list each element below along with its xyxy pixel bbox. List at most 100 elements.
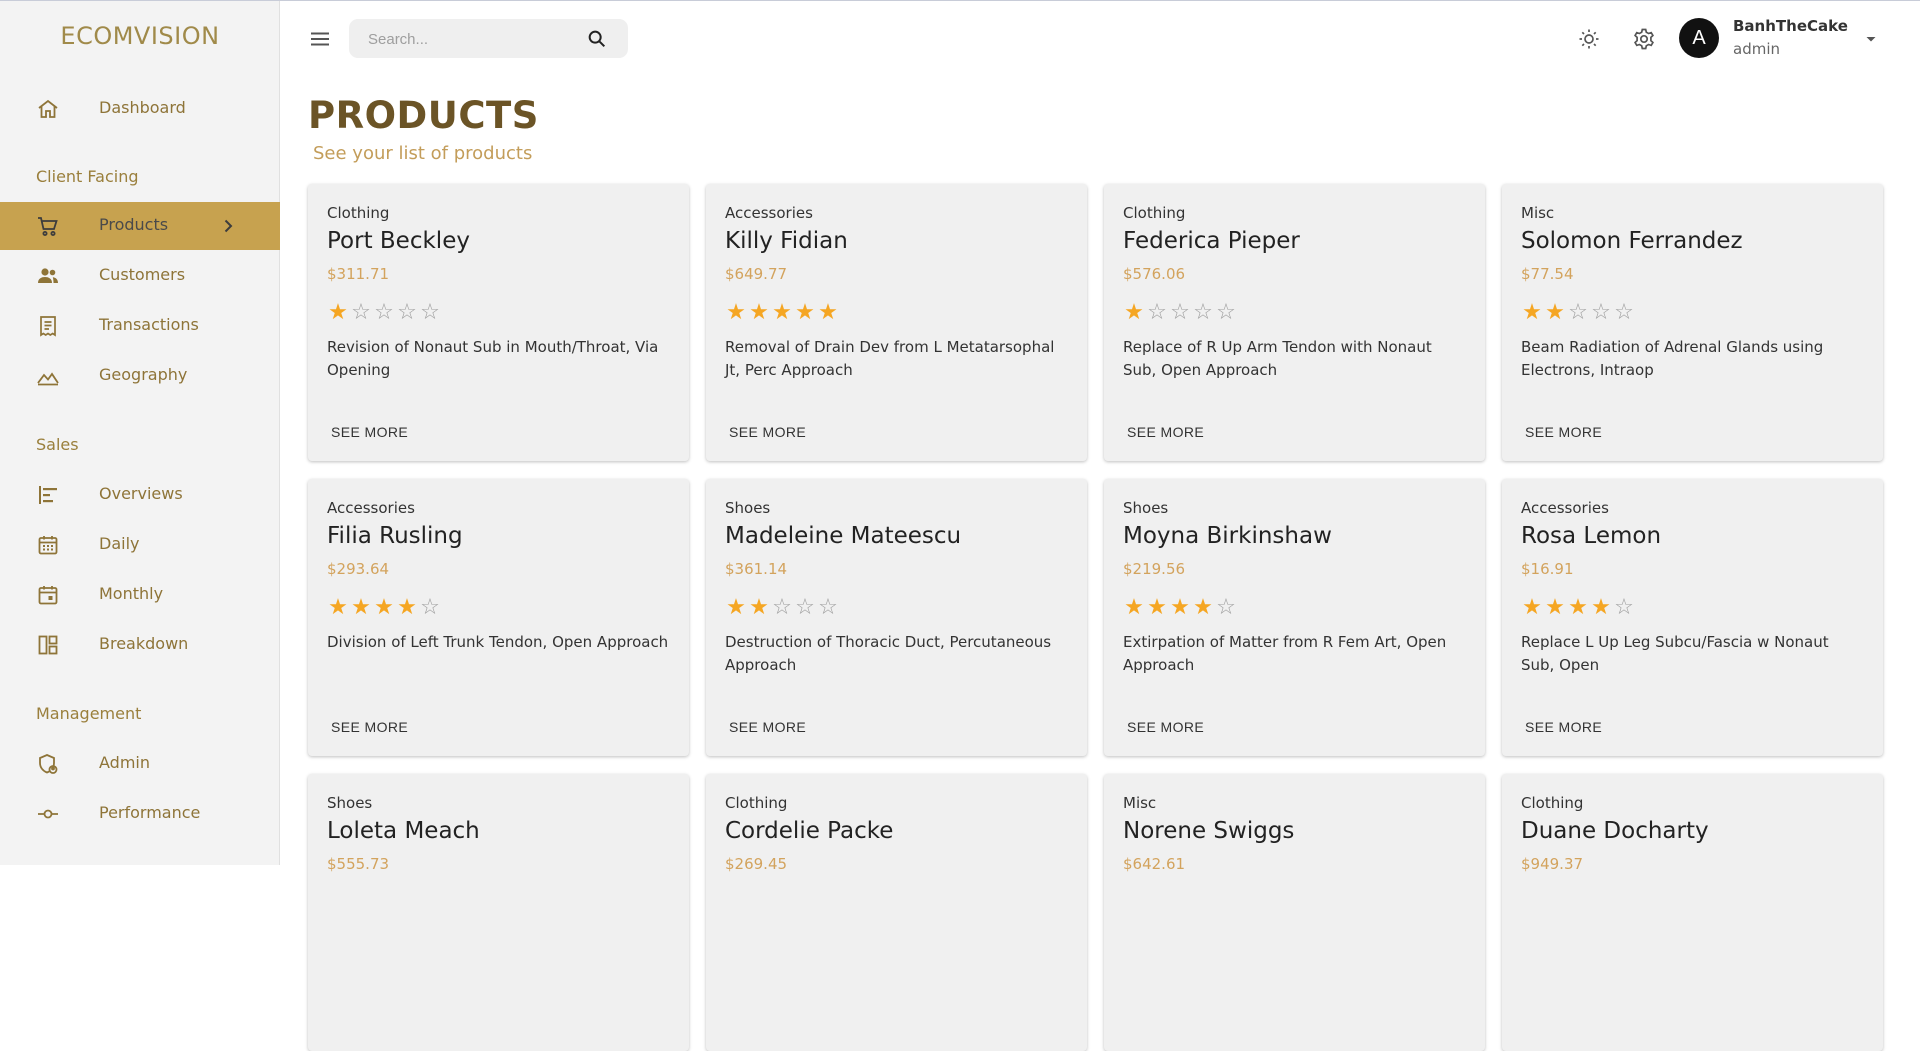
sidebar-item-admin[interactable]: Admin xyxy=(0,740,280,788)
sidebar-item-breakdown[interactable]: Breakdown xyxy=(0,621,280,669)
see-more-button[interactable]: SEE MORE xyxy=(1517,717,1610,735)
see-more-button[interactable]: SEE MORE xyxy=(323,717,416,735)
calendar-icon xyxy=(36,533,60,557)
product-description: Division of Left Trunk Tendon, Open Appr… xyxy=(327,633,669,651)
shopping-cart-icon xyxy=(36,214,60,238)
sidebar-item-customers[interactable]: Customers xyxy=(0,252,280,300)
avatar[interactable]: A xyxy=(1679,18,1719,58)
star-filled-icon: ★ xyxy=(1545,595,1565,620)
product-card: Shoes Loleta Meach $555.73 xyxy=(308,774,689,1051)
sidebar-item-transactions[interactable]: Transactions xyxy=(0,302,280,350)
star-filled-icon: ★ xyxy=(328,595,348,620)
search-icon[interactable] xyxy=(586,28,608,50)
product-name: Moyna Birkinshaw xyxy=(1123,523,1332,549)
sidebar-item-label: Overviews xyxy=(99,484,183,503)
star-filled-icon: ★ xyxy=(795,300,815,325)
star-filled-icon: ★ xyxy=(1193,595,1213,620)
sidebar-item-overviews[interactable]: Overviews xyxy=(0,471,280,519)
see-more-button[interactable]: SEE MORE xyxy=(323,422,416,440)
calendar-month-icon xyxy=(36,583,60,607)
product-price: $269.45 xyxy=(725,855,788,873)
admin-shield-icon xyxy=(36,752,60,776)
arrow-drop-down-icon[interactable] xyxy=(1861,29,1881,49)
product-rating: ★ ★ ★ ★ ☆ xyxy=(1521,597,1635,621)
star-filled-icon: ★ xyxy=(1124,300,1144,325)
see-more-button[interactable]: SEE MORE xyxy=(1119,422,1212,440)
user-name[interactable]: BanhTheCake xyxy=(1733,17,1848,35)
product-card: Shoes Moyna Birkinshaw $219.56 ★ ★ ★ ★ ☆ Extirpa… xyxy=(1104,479,1485,756)
see-more-button[interactable]: SEE MORE xyxy=(721,422,814,440)
brand-logo[interactable]: ECOMVISION xyxy=(0,22,280,50)
sidebar-item-label: Daily xyxy=(99,534,140,553)
sidebar-item-label: Geography xyxy=(99,365,188,384)
groups-icon xyxy=(36,264,60,288)
product-price: $77.54 xyxy=(1521,265,1574,283)
chevron-right-icon xyxy=(216,214,240,238)
product-card: Clothing Port Beckley $311.71 ★ ☆ ☆ ☆ ☆ Revision… xyxy=(308,184,689,461)
star-filled-icon: ★ xyxy=(749,300,769,325)
sidebar-item-geography[interactable]: Geography xyxy=(0,352,280,400)
page-subtitle: See your list of products xyxy=(313,143,533,164)
star-empty-icon: ☆ xyxy=(374,300,394,325)
sidebar-item-performance[interactable]: Performance xyxy=(0,790,280,838)
product-rating: ★ ★ ★ ★ ☆ xyxy=(327,597,441,621)
see-more-button[interactable]: SEE MORE xyxy=(1517,422,1610,440)
settings-gear-icon[interactable] xyxy=(1632,27,1656,51)
sidebar-item-monthly[interactable]: Monthly xyxy=(0,571,280,619)
star-filled-icon: ★ xyxy=(749,595,769,620)
product-rating: ★ ★ ☆ ☆ ☆ xyxy=(725,597,839,621)
star-filled-icon: ★ xyxy=(1591,595,1611,620)
receipt-icon xyxy=(36,314,60,338)
star-empty-icon: ☆ xyxy=(818,595,838,620)
menu-button[interactable] xyxy=(305,25,335,53)
product-card: Clothing Duane Docharty $949.37 xyxy=(1502,774,1883,1051)
product-category: Clothing xyxy=(327,204,390,222)
product-name: Federica Pieper xyxy=(1123,228,1300,254)
product-category: Clothing xyxy=(1123,204,1186,222)
star-filled-icon: ★ xyxy=(1147,595,1167,620)
product-price: $311.71 xyxy=(327,265,390,283)
commit-icon xyxy=(36,802,60,826)
product-category: Shoes xyxy=(1123,499,1169,517)
sidebar: ECOMVISION Dashboard Client Facing Produ… xyxy=(0,1,280,865)
product-price: $576.06 xyxy=(1123,265,1186,283)
layout-icon xyxy=(36,633,60,657)
product-name: Filia Rusling xyxy=(327,523,463,549)
star-filled-icon: ★ xyxy=(351,595,371,620)
star-filled-icon: ★ xyxy=(726,300,746,325)
product-category: Accessories xyxy=(725,204,813,222)
product-description: Replace L Up Leg Subcu/Fascia w Nonaut S… xyxy=(1521,633,1829,674)
product-rating: ★ ★ ★ ★ ☆ xyxy=(1123,597,1237,621)
search-input[interactable] xyxy=(366,27,570,51)
product-category: Clothing xyxy=(1521,794,1584,812)
sidebar-item-label: Customers xyxy=(99,265,186,284)
product-name: Port Beckley xyxy=(327,228,470,254)
product-price: $361.14 xyxy=(725,560,788,578)
product-category: Misc xyxy=(1521,204,1555,222)
see-more-button[interactable]: SEE MORE xyxy=(721,717,814,735)
sidebar-item-products[interactable]: Products xyxy=(0,202,280,250)
user-role: admin xyxy=(1733,40,1780,58)
see-more-button[interactable]: SEE MORE xyxy=(1119,717,1212,735)
star-empty-icon: ☆ xyxy=(1216,300,1236,325)
star-empty-icon: ☆ xyxy=(772,595,792,620)
window-top-border xyxy=(0,0,1920,1)
sidebar-item-label: Admin xyxy=(99,753,150,772)
star-filled-icon: ★ xyxy=(1545,300,1565,325)
product-name: Loleta Meach xyxy=(327,818,480,844)
product-category: Accessories xyxy=(1521,499,1609,517)
product-rating: ★ ☆ ☆ ☆ ☆ xyxy=(327,302,441,326)
product-description: Destruction of Thoracic Duct, Percutaneo… xyxy=(725,633,1052,674)
sidebar-item-label: Monthly xyxy=(99,584,164,603)
section-label-sales: Sales xyxy=(36,435,79,454)
star-filled-icon: ★ xyxy=(1170,595,1190,620)
sidebar-item-dashboard[interactable]: Dashboard xyxy=(0,85,280,133)
star-filled-icon: ★ xyxy=(726,595,746,620)
product-rating: ★ ☆ ☆ ☆ ☆ xyxy=(1123,302,1237,326)
sidebar-item-daily[interactable]: Daily xyxy=(0,521,280,569)
menu-icon xyxy=(311,32,329,46)
product-rating: ★ ★ ☆ ☆ ☆ xyxy=(1521,302,1635,326)
product-card: Accessories Rosa Lemon $16.91 ★ ★ ★ ★ ☆ Replace … xyxy=(1502,479,1883,756)
star-filled-icon: ★ xyxy=(397,595,417,620)
light-mode-icon[interactable] xyxy=(1577,27,1601,51)
